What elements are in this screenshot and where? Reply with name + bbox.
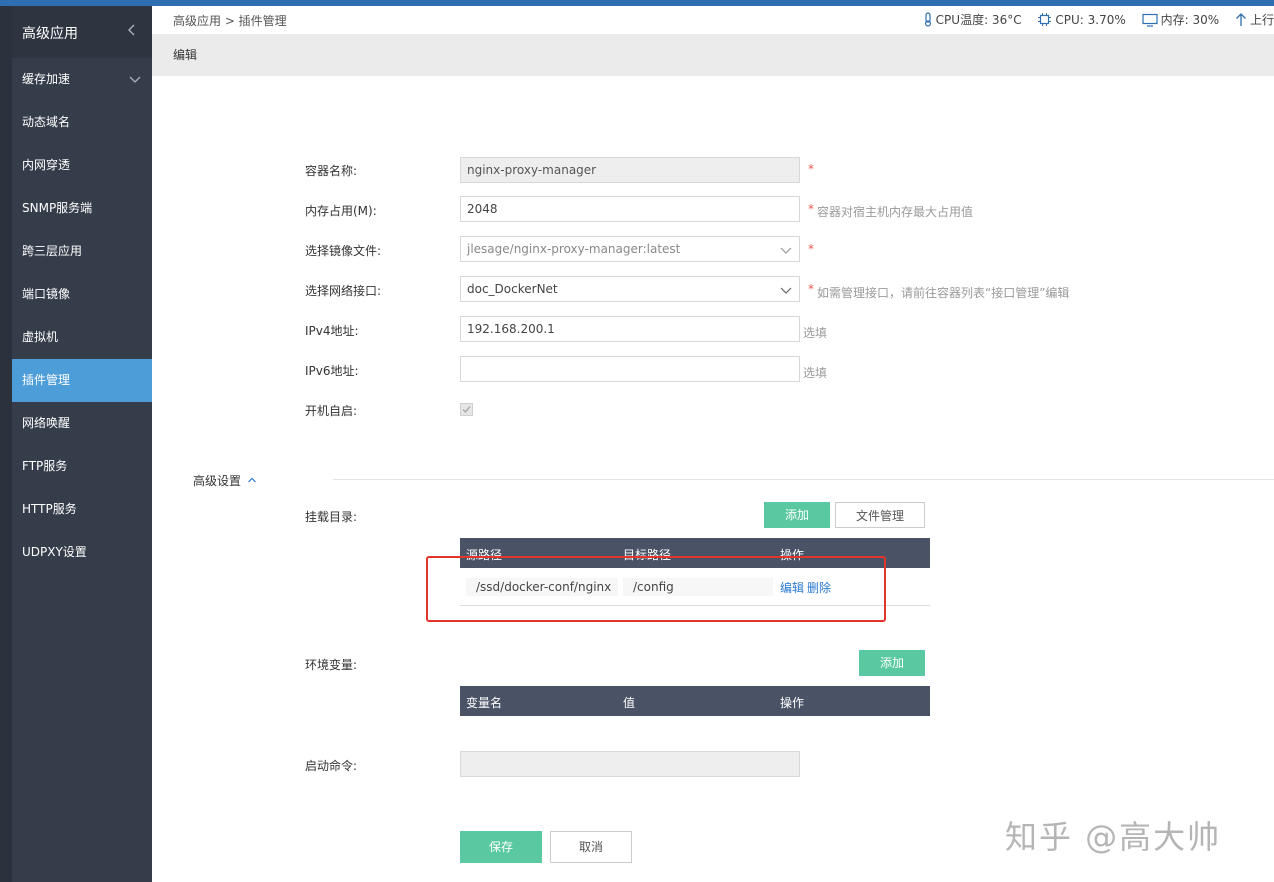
save-button[interactable]: 保存 xyxy=(460,831,542,863)
network-select-value: doc_DockerNet xyxy=(467,282,558,296)
highlight-box xyxy=(426,556,886,622)
memory-label: 内存占用(M): xyxy=(305,204,377,218)
sidebar-item-snmp[interactable]: SNMP服务端 xyxy=(12,187,152,230)
sidebar-item-label: 跨三层应用 xyxy=(22,244,83,258)
add-mount-button[interactable]: 添加 xyxy=(764,502,830,528)
autostart-label: 开机自启: xyxy=(305,404,358,418)
sidebar-item-ddns[interactable]: 动态域名 xyxy=(12,101,152,144)
upload-value: 上行 xyxy=(1249,13,1274,27)
required-mark: * xyxy=(808,162,814,176)
arrow-up-icon xyxy=(1236,13,1246,26)
sidebar-item-label: 内网穿透 xyxy=(22,158,71,172)
topbar: 高级应用 > 插件管理 CPU温度: 36°C CPU: 3.70% 内存: 3… xyxy=(152,6,1274,34)
sidebar-item-plugins[interactable]: 插件管理 xyxy=(12,359,152,402)
cancel-button[interactable]: 取消 xyxy=(550,831,632,863)
container-name-label: 容器名称: xyxy=(305,164,358,178)
sidebar-item-label: UDPXY设置 xyxy=(22,545,87,559)
chevron-left-icon[interactable] xyxy=(124,22,140,38)
sidebar: 高级应用 缓存加速 动态域名 内网穿透 SNMP服务端 跨三层应用 端口镜像 虚… xyxy=(0,6,152,882)
sidebar-item-udpxy[interactable]: UDPXY设置 xyxy=(12,531,152,574)
chevron-down-icon xyxy=(780,247,792,254)
upload-stat: 上行 xyxy=(1235,11,1274,28)
sidebar-title: 高级应用 xyxy=(22,26,78,42)
required-mark: * xyxy=(808,242,814,256)
sidebar-item-label: 动态域名 xyxy=(22,115,71,129)
divider xyxy=(333,479,1274,480)
sidebar-item-label: FTP服务 xyxy=(22,459,68,473)
required-mark: * xyxy=(808,282,814,296)
thermometer-icon xyxy=(924,12,931,27)
image-label: 选择镜像文件: xyxy=(305,244,382,258)
sidebar-nav: 缓存加速 动态域名 内网穿透 SNMP服务端 跨三层应用 端口镜像 虚拟机 插件… xyxy=(12,58,152,574)
sidebar-item-vm[interactable]: 虚拟机 xyxy=(12,316,152,359)
column-header: 操作 xyxy=(780,696,805,710)
monitor-icon xyxy=(1142,13,1158,27)
sidebar-item-label: 插件管理 xyxy=(22,373,71,387)
chevron-down-icon xyxy=(780,287,792,294)
breadcrumb: 高级应用 > 插件管理 xyxy=(173,14,287,28)
system-stats: CPU温度: 36°C CPU: 3.70% 内存: 30% 上行 xyxy=(911,11,1274,28)
column-header: 变量名 xyxy=(466,696,503,710)
command-label: 启动命令: xyxy=(305,759,358,773)
advanced-settings-label: 高级设置 xyxy=(193,474,242,488)
cpu-value: CPU: 3.70% xyxy=(1055,13,1126,27)
sidebar-item-label: 缓存加速 xyxy=(22,72,71,86)
network-hint: 如需管理接口，请前往容器列表“接口管理”编辑 xyxy=(817,286,1070,300)
sidebar-item-label: 端口镜像 xyxy=(22,287,71,301)
memory-stat: 内存: 30% xyxy=(1142,11,1220,28)
mounts-label: 挂载目录: xyxy=(305,510,358,524)
image-select[interactable]: jlesage/nginx-proxy-manager:latest xyxy=(460,236,800,262)
ipv6-label: IPv6地址: xyxy=(305,364,359,378)
container-name-field: nginx-proxy-manager xyxy=(460,157,800,183)
ipv4-input[interactable]: 192.168.200.1 xyxy=(460,316,800,342)
memory-hint: 容器对宿主机内存最大占用值 xyxy=(817,205,974,219)
ipv6-input[interactable] xyxy=(460,356,800,382)
ipv6-hint: 选填 xyxy=(803,366,828,380)
sidebar-edge xyxy=(0,6,12,882)
chevron-up-icon xyxy=(247,477,256,483)
memory-input[interactable]: 2048 xyxy=(460,196,800,222)
sidebar-item-ftp[interactable]: FTP服务 xyxy=(12,445,152,488)
sidebar-item-http[interactable]: HTTP服务 xyxy=(12,488,152,531)
cpu-temp-value: CPU温度: 36°C xyxy=(935,13,1022,27)
sidebar-item-cache[interactable]: 缓存加速 xyxy=(12,58,152,101)
network-label: 选择网络接口: xyxy=(305,284,382,298)
file-management-button[interactable]: 文件管理 xyxy=(835,502,925,528)
env-label: 环境变量: xyxy=(305,658,358,672)
image-select-value: jlesage/nginx-proxy-manager:latest xyxy=(467,242,681,256)
sidebar-item-port-mirror[interactable]: 端口镜像 xyxy=(12,273,152,316)
sidebar-item-label: HTTP服务 xyxy=(22,502,77,516)
autostart-checkbox[interactable] xyxy=(460,403,473,416)
sidebar-item-label: 虚拟机 xyxy=(22,330,59,344)
check-icon xyxy=(462,406,471,414)
column-header: 值 xyxy=(623,696,636,710)
watermark: 知乎 @高大帅 xyxy=(1005,818,1222,856)
sidebar-item-label: SNMP服务端 xyxy=(22,201,93,215)
chevron-down-icon xyxy=(129,76,141,83)
required-mark: * xyxy=(808,202,814,216)
command-input[interactable] xyxy=(460,751,800,777)
network-select[interactable]: doc_DockerNet xyxy=(460,276,800,302)
sidebar-item-l3[interactable]: 跨三层应用 xyxy=(12,230,152,273)
sidebar-item-wol[interactable]: 网络唤醒 xyxy=(12,402,152,445)
advanced-settings-toggle[interactable]: 高级设置 xyxy=(193,472,257,489)
sidebar-item-tunnel[interactable]: 内网穿透 xyxy=(12,144,152,187)
cpu-chip-icon xyxy=(1038,13,1052,26)
env-table-header: 变量名 值 操作 xyxy=(460,686,930,716)
cpu-temp-stat: CPU温度: 36°C xyxy=(923,11,1022,28)
sidebar-item-label: 网络唤醒 xyxy=(22,416,71,430)
page-title: 编辑 xyxy=(173,48,198,62)
page-subheader: 编辑 xyxy=(152,34,1274,76)
memory-value: 内存: 30% xyxy=(1160,13,1220,27)
ipv4-label: IPv4地址: xyxy=(305,324,359,338)
cpu-stat: CPU: 3.70% xyxy=(1037,12,1126,27)
add-env-button[interactable]: 添加 xyxy=(859,650,925,676)
ipv4-hint: 选填 xyxy=(803,326,828,340)
sidebar-header[interactable]: 高级应用 xyxy=(12,6,152,58)
